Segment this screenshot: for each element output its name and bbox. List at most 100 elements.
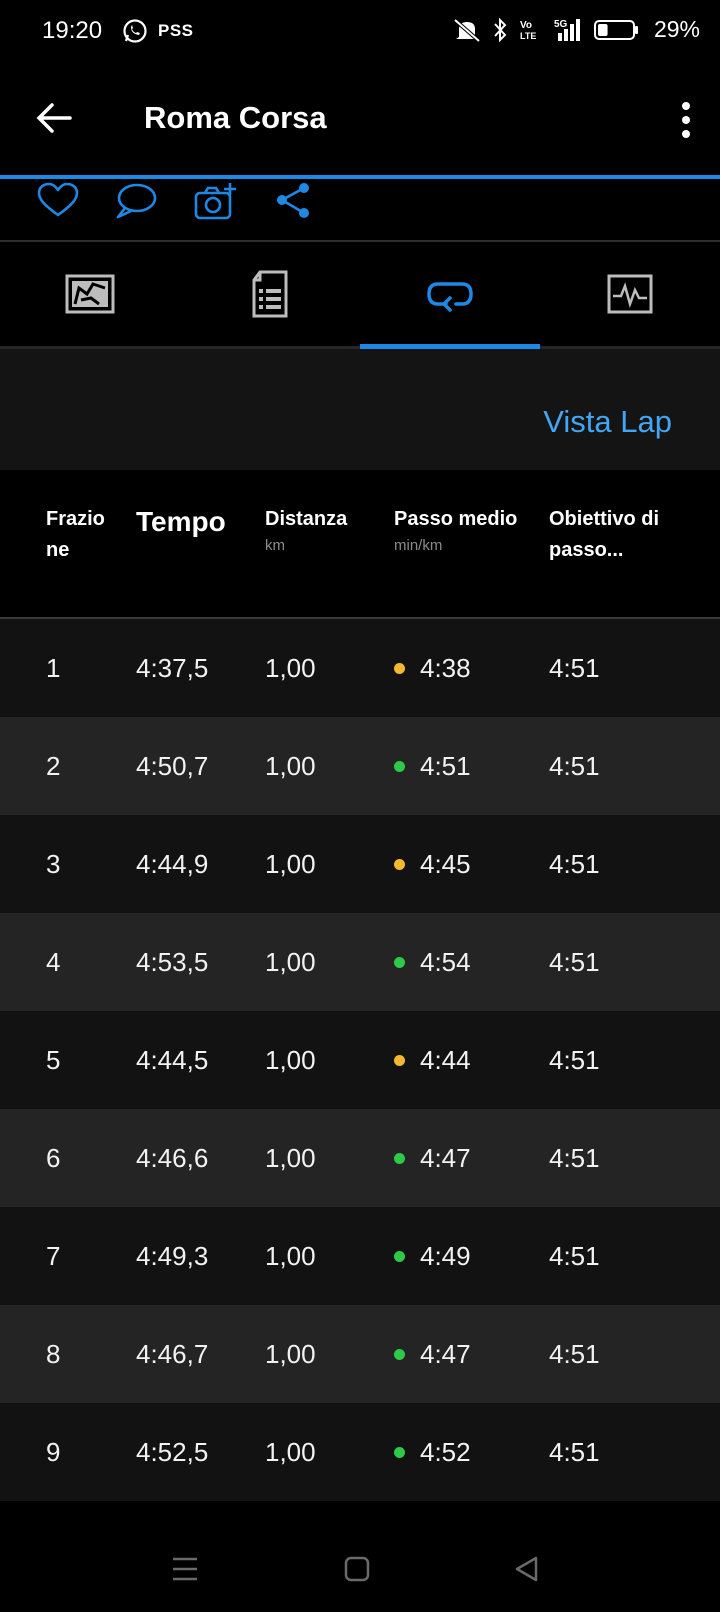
target-pace-cell: 4:51 [549, 1143, 600, 1173]
column-header-avg-pace-unit: min/km [394, 537, 443, 554]
split-cell: 1 [46, 653, 61, 683]
laps-tab-icon [427, 282, 473, 312]
target-pace-cell: 4:51 [549, 947, 600, 977]
avg-pace-cell: 4:38 [420, 653, 471, 683]
heart-icon[interactable] [36, 181, 80, 221]
time-cell: 4:50,7 [136, 751, 209, 781]
column-header-distance-label: Distanza [265, 508, 348, 530]
status-bar: 19:20 PSS Vo LTE 5G 29% [0, 0, 720, 66]
table-row[interactable]: 3 4:44,9 1,00 4:45 4:51 [0, 815, 720, 913]
table-row[interactable]: 4 4:53,5 1,00 4:54 4:51 [0, 913, 720, 1011]
mute-icon [453, 17, 481, 43]
target-pace-cell: 4:51 [549, 1437, 600, 1467]
table-row[interactable]: 1 4:37,5 1,00 4:38 4:51 [0, 619, 720, 717]
whatsapp-icon [123, 19, 147, 43]
avg-pace-cell: 4:49 [420, 1241, 471, 1271]
more-options-icon[interactable] [678, 100, 694, 140]
avg-pace-cell: 4:45 [420, 849, 471, 879]
time-cell: 4:46,6 [136, 1143, 209, 1173]
pace-status-dot [394, 957, 405, 968]
column-header-time: Tempo [136, 506, 226, 537]
tab-charts[interactable] [540, 242, 720, 346]
signal-5g-icon: 5G [554, 18, 580, 41]
distance-cell: 1,00 [265, 947, 316, 977]
table-row[interactable]: 6 4:46,6 1,00 4:47 4:51 [0, 1109, 720, 1207]
column-header-avg-pace: Passo medio min/km [394, 504, 517, 557]
table-row[interactable]: 9 4:52,5 1,00 4:52 4:51 [0, 1403, 720, 1501]
distance-cell: 1,00 [265, 849, 316, 879]
comment-icon[interactable] [114, 181, 158, 221]
status-icons: Vo LTE 5G 29% [452, 16, 700, 43]
split-cell: 8 [46, 1339, 61, 1369]
column-header-avg-pace-label: Passo medio [394, 508, 518, 530]
action-row [0, 179, 720, 239]
svg-text:5G: 5G [554, 19, 568, 30]
time-cell: 4:44,5 [136, 1045, 209, 1075]
time-cell: 4:44,9 [136, 849, 209, 879]
system-nav-bar [0, 1526, 720, 1612]
charts-tab-icon [607, 274, 653, 314]
avg-pace-cell: 4:52 [420, 1437, 471, 1467]
pace-status-dot [394, 663, 405, 674]
split-cell: 5 [46, 1045, 61, 1075]
avg-pace-cell: 4:47 [420, 1143, 471, 1173]
tab-details[interactable] [180, 242, 360, 346]
menu-icon[interactable] [170, 1554, 200, 1584]
split-cell: 2 [46, 751, 61, 781]
split-cell: 6 [46, 1143, 61, 1173]
home-icon[interactable] [342, 1554, 372, 1584]
column-header-target-pace: Obiettivo di passo... [549, 508, 659, 561]
distance-cell: 1,00 [265, 751, 316, 781]
tab-map[interactable] [0, 242, 180, 346]
table-header: Frazio ne Tempo Distanza km Passo medio … [0, 470, 720, 618]
tab-bar [0, 242, 720, 346]
avg-pace-cell: 4:44 [420, 1045, 471, 1075]
distance-cell: 1,00 [265, 653, 316, 683]
table-row[interactable]: 5 4:44,5 1,00 4:44 4:51 [0, 1011, 720, 1109]
target-pace-cell: 4:51 [549, 653, 600, 683]
splits-table-body: 1 4:37,5 1,00 4:38 4:51 2 4:50,7 1,00 4:51 4:51 3 4… [0, 619, 720, 1501]
back-arrow-icon[interactable] [34, 98, 74, 138]
bluetooth-icon [494, 17, 507, 42]
view-bar: Vista Lap [0, 349, 720, 470]
column-header-split: Frazio ne [46, 508, 105, 561]
time-cell: 4:52,5 [136, 1437, 209, 1467]
target-pace-cell: 4:51 [549, 1241, 600, 1271]
svg-text:LTE: LTE [520, 31, 536, 41]
avg-pace-cell: 4:54 [420, 947, 471, 977]
target-pace-cell: 4:51 [549, 1045, 600, 1075]
time-cell: 4:37,5 [136, 653, 209, 683]
map-tab-icon [65, 274, 115, 314]
svg-text:Vo: Vo [520, 20, 532, 31]
status-time: 19:20 [42, 17, 103, 44]
battery-percent: 29% [653, 16, 700, 42]
app-bar: Roma Corsa [0, 66, 720, 176]
battery-icon [593, 19, 638, 40]
target-pace-cell: 4:51 [549, 751, 600, 781]
split-cell: 4 [46, 947, 61, 977]
distance-cell: 1,00 [265, 1045, 316, 1075]
tab-laps[interactable] [360, 242, 540, 346]
pace-status-dot [394, 1153, 405, 1164]
pace-status-dot [394, 859, 405, 870]
pace-status-dot [394, 761, 405, 772]
back-triangle-icon[interactable] [512, 1554, 542, 1584]
table-row[interactable]: 7 4:49,3 1,00 4:49 4:51 [0, 1207, 720, 1305]
page-title: Roma Corsa [144, 100, 327, 135]
carrier-label: PSS [158, 21, 194, 40]
target-pace-cell: 4:51 [549, 1339, 600, 1369]
pace-status-dot [394, 1055, 405, 1066]
table-row[interactable]: 2 4:50,7 1,00 4:51 4:51 [0, 717, 720, 815]
time-cell: 4:49,3 [136, 1241, 209, 1271]
avg-pace-cell: 4:51 [420, 751, 471, 781]
distance-cell: 1,00 [265, 1241, 316, 1271]
add-photo-icon[interactable] [194, 181, 238, 221]
split-cell: 3 [46, 849, 61, 879]
details-tab-icon [252, 270, 288, 318]
column-header-distance-unit: km [265, 537, 285, 554]
target-pace-cell: 4:51 [549, 849, 600, 879]
lap-view-button[interactable]: Vista Lap [543, 404, 672, 440]
split-cell: 7 [46, 1241, 61, 1271]
table-row[interactable]: 8 4:46,7 1,00 4:47 4:51 [0, 1305, 720, 1403]
share-icon[interactable] [274, 181, 318, 221]
